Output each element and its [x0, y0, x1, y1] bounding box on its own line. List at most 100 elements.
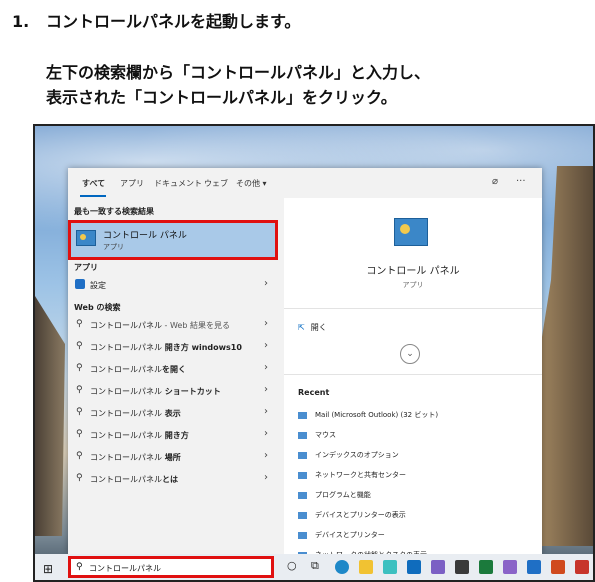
- apps-header: アプリ: [74, 263, 98, 272]
- chevron-right-icon: ›: [264, 472, 268, 483]
- rock-left: [35, 296, 65, 536]
- search-icon: ⚲: [76, 407, 83, 417]
- step-heading: 1. コントロールパネルを起動します。: [12, 8, 300, 32]
- search-icon: ⚲: [76, 341, 83, 351]
- taskbar: ⊞ ⚲ コントロールパネル ○ ⧉: [35, 554, 593, 580]
- open-icon: ⇱: [298, 323, 305, 332]
- web-result-suffix: - Web 結果を見る: [162, 321, 230, 330]
- control-panel-icon: [394, 218, 428, 246]
- more-options-icon[interactable]: ···: [516, 176, 526, 187]
- search-icon: ⚲: [76, 473, 83, 483]
- app-icon[interactable]: [383, 560, 397, 574]
- web-result-query: コントロールパネル: [90, 453, 162, 462]
- chevron-right-icon: ›: [264, 340, 268, 351]
- chevron-right-icon: ›: [264, 406, 268, 417]
- chevron-right-icon: ›: [264, 278, 268, 289]
- mail-icon[interactable]: [527, 560, 541, 574]
- app-icon[interactable]: [575, 560, 589, 574]
- web-result-item[interactable]: ⚲ コントロールパネル 表示 ›: [68, 402, 280, 424]
- edge-icon[interactable]: [335, 560, 349, 574]
- instruction-line-2: 表示された「コントロールパネル」をクリック。: [46, 88, 397, 107]
- chevron-down-icon[interactable]: ⌄: [400, 344, 420, 364]
- web-result-suffix: を開く: [162, 365, 186, 374]
- recent-item[interactable]: マウス: [298, 430, 336, 440]
- cortana-icon[interactable]: ○: [287, 559, 297, 572]
- web-result-suffix: 場所: [162, 453, 181, 462]
- tab-apps[interactable]: アプリ: [120, 178, 144, 189]
- control-panel-item-icon: [298, 431, 307, 439]
- divider: [284, 308, 542, 309]
- search-icon: ⚲: [76, 363, 83, 373]
- divider: [284, 374, 542, 375]
- control-panel-item-icon: [298, 471, 307, 479]
- search-icon: ⚲: [76, 429, 83, 439]
- search-tabs: すべて アプリ ドキュメント ウェブ その他 ▾ ⌀ ···: [68, 168, 542, 198]
- recent-item[interactable]: Mail (Microsoft Outlook) (32 ビット): [298, 410, 438, 420]
- control-panel-item-icon: [298, 411, 307, 419]
- chevron-right-icon: ›: [264, 450, 268, 461]
- search-panel: すべて アプリ ドキュメント ウェブ その他 ▾ ⌀ ··· 最も一致する検索結…: [68, 168, 542, 559]
- search-icon: ⚲: [76, 451, 83, 461]
- step-number: 1.: [12, 12, 30, 31]
- web-result-query: コントロールパネル: [90, 321, 162, 330]
- app-icon[interactable]: [503, 560, 517, 574]
- web-search-header: Web の検索: [74, 303, 121, 312]
- settings-icon: [75, 279, 85, 289]
- chevron-right-icon: ›: [264, 318, 268, 329]
- tab-documents[interactable]: ドキュメント: [154, 178, 202, 189]
- web-result-query: コントロールパネル: [90, 409, 162, 418]
- chevron-right-icon: ›: [264, 384, 268, 395]
- web-result-item[interactable]: ⚲ コントロールパネルとは ›: [68, 468, 280, 490]
- excel-icon[interactable]: [479, 560, 493, 574]
- windows-start-icon[interactable]: ⊞: [43, 562, 53, 576]
- web-result-query: コントロールパネル: [90, 365, 162, 374]
- preview-pane: コントロール パネル アプリ ⇱ 開く ⌄ Recent Mail (Micros…: [284, 198, 542, 559]
- web-result-item[interactable]: ⚲ コントロールパネルを開く ›: [68, 358, 280, 380]
- active-tab-indicator: [80, 195, 106, 197]
- feedback-icon[interactable]: ⌀: [492, 176, 498, 187]
- recent-item[interactable]: ネットワークと共有センター: [298, 470, 406, 480]
- recent-item[interactable]: プログラムと機能: [298, 490, 371, 500]
- web-result-suffix: 表示: [162, 409, 181, 418]
- web-result-item[interactable]: ⚲ コントロールパネル 場所 ›: [68, 446, 280, 468]
- instruction-line-1: 左下の検索欄から「コントロールパネル」と入力し、: [46, 63, 431, 82]
- outlook-icon[interactable]: [407, 560, 421, 574]
- tab-all[interactable]: すべて: [82, 178, 105, 189]
- web-result-query: コントロールパネル: [90, 475, 162, 484]
- control-panel-item-icon: [298, 491, 307, 499]
- visual-studio-icon[interactable]: [431, 560, 445, 574]
- recent-item[interactable]: デバイスとプリンターの表示: [298, 510, 406, 520]
- control-panel-item-icon: [298, 511, 307, 519]
- recent-item[interactable]: デバイスとプリンター: [298, 530, 385, 540]
- task-view-icon[interactable]: ⧉: [311, 559, 319, 573]
- web-result-suffix: とは: [162, 475, 178, 484]
- preview-title: コントロール パネル: [366, 266, 460, 277]
- taskbar-search-input[interactable]: ⚲ コントロールパネル: [68, 556, 274, 578]
- web-result-item[interactable]: ⚲ コントロールパネル - Web 結果を見る ›: [68, 314, 280, 336]
- web-result-suffix: ショートカット: [162, 387, 221, 396]
- web-result-query: コントロールパネル: [90, 387, 162, 396]
- web-result-query: コントロールパネル: [90, 343, 162, 352]
- search-icon: ⚲: [76, 562, 83, 572]
- web-result-query: コントロールパネル: [90, 431, 162, 440]
- preview-subtitle: アプリ: [402, 281, 424, 289]
- recent-item[interactable]: インデックスのオプション: [298, 450, 399, 460]
- control-panel-item-icon: [298, 451, 307, 459]
- search-icon: ⚲: [76, 319, 83, 329]
- web-result-item[interactable]: ⚲ コントロールパネル ショートカット ›: [68, 380, 280, 402]
- tab-more[interactable]: その他 ▾: [236, 178, 267, 189]
- settings-item[interactable]: 設定 ›: [68, 274, 280, 296]
- store-icon[interactable]: [455, 560, 469, 574]
- instruction-text: 左下の検索欄から「コントロールパネル」と入力し、 表示された「コントロールパネル…: [46, 60, 430, 110]
- file-explorer-icon[interactable]: [359, 560, 373, 574]
- powerpoint-icon[interactable]: [551, 560, 565, 574]
- open-action[interactable]: ⇱ 開く: [298, 322, 327, 333]
- results-list: 最も一致する検索結果 コントロール パネル アプリ アプリ 設定 › Web の…: [68, 198, 280, 554]
- highlight-box-best-match: [68, 220, 278, 260]
- tab-web[interactable]: ウェブ: [204, 178, 228, 189]
- web-result-item[interactable]: ⚲ コントロールパネル 開き方 windows10 ›: [68, 336, 280, 358]
- settings-label: 設定: [90, 281, 106, 290]
- step-title: コントロールパネルを起動します。: [46, 12, 301, 31]
- web-result-item[interactable]: ⚲ コントロールパネル 開き方 ›: [68, 424, 280, 446]
- open-label: 開く: [310, 323, 327, 332]
